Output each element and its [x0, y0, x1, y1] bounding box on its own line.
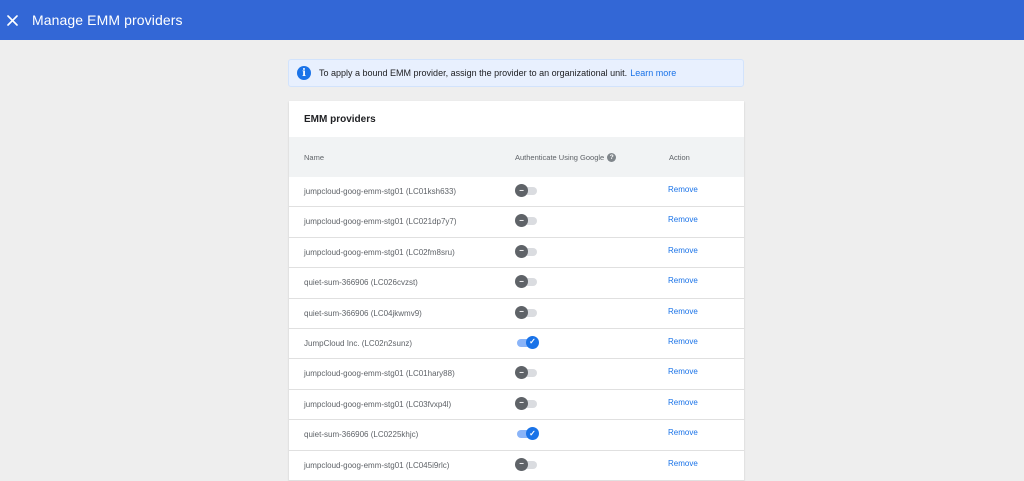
minus-icon: − [519, 185, 524, 195]
table-row: JumpCloud Inc. (LC02n2sunz) ✓ Remove [289, 329, 744, 360]
table-row: quiet-sum-366906 (LC04jkwmv9) − Remove [289, 299, 744, 329]
toggle-knob: − [515, 366, 528, 380]
provider-name: JumpCloud Inc. (LC02n2sunz) [304, 338, 413, 348]
top-app-bar: Manage EMM providers [0, 0, 1024, 40]
toggle-knob: − [515, 396, 528, 410]
authenticate-toggle[interactable]: ✓ [515, 335, 539, 350]
toggle-knob: ✓ [526, 427, 539, 441]
check-icon: ✓ [529, 337, 536, 347]
table-header: Name Authenticate Using Google ? Action [289, 137, 744, 177]
provider-name: jumpcloud-goog-emm-stg01 (LC03fvxp4l) [304, 399, 452, 409]
provider-name: quiet-sum-366906 (LC026cvzst) [304, 278, 418, 288]
table-row: quiet-sum-366906 (LC0225khjc) ✓ Remove [289, 420, 744, 451]
minus-icon: − [519, 459, 524, 469]
authenticate-toggle[interactable]: − [515, 366, 539, 380]
table-row: jumpcloud-goog-emm-stg01 (LC01ksh633) − Re… [289, 177, 744, 208]
minus-icon: − [519, 215, 524, 225]
authenticate-toggle[interactable]: − [515, 184, 539, 198]
remove-link[interactable]: Remove [668, 246, 698, 255]
authenticate-toggle[interactable]: ✓ [515, 427, 539, 441]
authenticate-toggle[interactable]: − [515, 396, 539, 411]
toggle-knob: − [515, 457, 528, 471]
minus-icon: − [519, 246, 524, 256]
remove-link[interactable]: Remove [668, 307, 698, 316]
authenticate-toggle[interactable]: − [515, 457, 539, 472]
remove-link[interactable]: Remove [668, 428, 698, 437]
remove-link[interactable]: Remove [668, 276, 698, 285]
column-header-action: Action [669, 153, 690, 162]
provider-name: jumpcloud-goog-emm-stg01 (LC02fm8sru) [304, 247, 455, 257]
page-title: Manage EMM providers [32, 12, 183, 28]
emm-providers-card: EMM providers Name Authenticate Using Go… [289, 101, 744, 481]
provider-name: quiet-sum-366906 (LC0225khjc) [304, 430, 419, 440]
table-row: jumpcloud-goog-emm-stg01 (LC03fvxp4l) − Re… [289, 390, 744, 421]
column-header-auth-label: Authenticate Using Google [515, 153, 605, 162]
toggle-knob: − [515, 305, 528, 319]
table-row: quiet-sum-366906 (LC026cvzst) − Remove [289, 268, 744, 299]
providers-table-body: jumpcloud-goog-emm-stg01 (LC01ksh633) − Re… [289, 177, 744, 481]
authenticate-toggle[interactable]: − [515, 305, 539, 320]
provider-name: jumpcloud-goog-emm-stg01 (LC021dp7y7) [304, 217, 457, 227]
minus-icon: − [519, 307, 524, 317]
card-title: EMM providers [304, 114, 376, 125]
provider-name: jumpcloud-goog-emm-stg01 (LC045i9rlc) [304, 460, 450, 470]
table-row: jumpcloud-goog-emm-stg01 (LC02fm8sru) − Re… [289, 238, 744, 269]
toggle-knob: − [515, 184, 528, 197]
info-banner: i To apply a bound EMM provider, assign … [288, 59, 744, 87]
column-header-auth: Authenticate Using Google ? [515, 153, 617, 162]
minus-icon: − [519, 276, 524, 286]
remove-link[interactable]: Remove [668, 367, 698, 376]
remove-link[interactable]: Remove [668, 398, 698, 407]
column-header-name: Name [304, 153, 325, 162]
close-icon [6, 14, 18, 26]
authenticate-toggle[interactable]: − [515, 244, 539, 259]
close-button[interactable] [4, 12, 20, 28]
table-row: jumpcloud-goog-emm-stg01 (LC045i9rlc) − Re… [289, 451, 744, 481]
remove-link[interactable]: Remove [668, 337, 698, 346]
toggle-knob: − [515, 275, 528, 289]
provider-name: quiet-sum-366906 (LC04jkwmv9) [304, 308, 422, 318]
toggle-knob: − [515, 214, 528, 228]
learn-more-link[interactable]: Learn more [630, 68, 676, 78]
help-icon[interactable]: ? [607, 153, 617, 162]
toggle-knob: ✓ [526, 335, 539, 349]
minus-icon: − [519, 367, 524, 377]
remove-link[interactable]: Remove [668, 459, 698, 468]
toggle-knob: − [515, 244, 528, 258]
authenticate-toggle[interactable]: − [515, 275, 539, 289]
minus-icon: − [519, 398, 524, 408]
remove-link[interactable]: Remove [668, 215, 698, 224]
table-row: jumpcloud-goog-emm-stg01 (LC021dp7y7) − Re… [289, 207, 744, 238]
provider-name: jumpcloud-goog-emm-stg01 (LC01ksh633) [304, 187, 457, 196]
check-icon: ✓ [529, 428, 536, 438]
info-banner-text: To apply a bound EMM provider, assign th… [319, 68, 628, 78]
authenticate-toggle[interactable]: − [515, 214, 539, 228]
remove-link[interactable]: Remove [668, 185, 698, 194]
info-icon: i [297, 66, 311, 80]
table-row: jumpcloud-goog-emm-stg01 (LC01hary88) − Re… [289, 359, 744, 390]
provider-name: jumpcloud-goog-emm-stg01 (LC01hary88) [304, 369, 455, 379]
